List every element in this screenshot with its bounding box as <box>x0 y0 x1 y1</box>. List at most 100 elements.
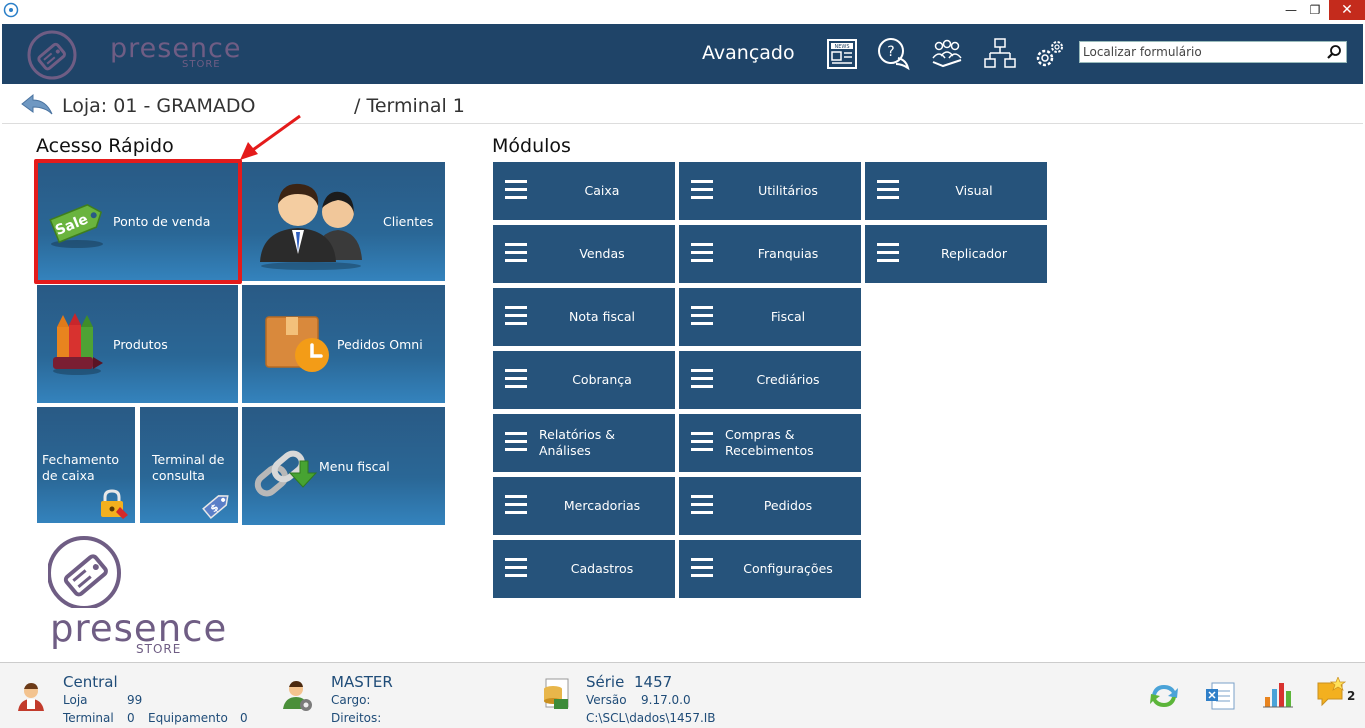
store-user-icon <box>18 683 44 711</box>
tile-fiscal-menu[interactable]: Menu fiscal <box>242 407 445 525</box>
user-settings-icon <box>283 681 312 711</box>
module-button[interactable]: Cobrança <box>493 351 675 409</box>
tile-omni-orders[interactable]: Pedidos Omni <box>242 285 445 403</box>
series-label: Série <box>586 673 625 691</box>
equipment-field-label: Equipamento <box>148 711 228 725</box>
svg-text:NEWS: NEWS <box>834 44 849 50</box>
settings-gear-icon[interactable] <box>1032 36 1068 72</box>
restore-button[interactable]: ❐ <box>1304 0 1326 20</box>
module-button[interactable]: Mercadorias <box>493 477 675 535</box>
hamburger-menu-icon <box>505 180 527 200</box>
module-label: Utilitários <box>758 183 818 198</box>
module-button[interactable]: Compras & Recebimentos <box>679 414 861 472</box>
back-arrow-icon[interactable] <box>20 92 54 118</box>
brand-subtitle-large: STORE <box>136 642 182 656</box>
module-label: Cadastros <box>570 561 634 576</box>
store-field-value: 99 <box>127 693 143 707</box>
rights-label: Direitos: <box>331 711 382 725</box>
search-icon[interactable] <box>1326 44 1342 60</box>
role-label: Cargo: <box>331 693 371 707</box>
bar-chart-icon[interactable] <box>1262 679 1294 709</box>
version-value: 9.17.0.0 <box>641 693 691 707</box>
hamburger-menu-icon <box>877 180 899 200</box>
package-clock-icon <box>265 316 329 372</box>
brand-logo-icon <box>27 30 77 80</box>
tile-products[interactable]: Produtos <box>37 285 238 403</box>
news-icon[interactable]: NEWS <box>824 36 860 72</box>
hamburger-menu-icon <box>505 243 527 263</box>
crayons-icon <box>53 313 103 375</box>
brand-subtitle: STORE <box>182 59 221 70</box>
module-label: Compras & Recebimentos <box>725 427 814 458</box>
hamburger-menu-icon <box>691 495 713 515</box>
brand-name: presence <box>110 33 242 64</box>
module-label: Mercadorias <box>563 498 641 513</box>
terminal-field-value: 0 <box>127 711 135 725</box>
module-button[interactable]: Configurações <box>679 540 861 598</box>
module-label: Vendas <box>579 246 625 261</box>
module-label: Fiscal <box>770 309 806 324</box>
quick-access-title: Acesso Rápido <box>36 135 174 157</box>
module-label: Pedidos <box>763 498 813 513</box>
lock-icon <box>101 489 128 519</box>
module-label: Caixa <box>584 183 620 198</box>
hamburger-menu-icon <box>505 369 527 389</box>
module-label: Visual <box>955 183 993 198</box>
module-label: Relatórios & Análises <box>539 427 615 458</box>
annotation-arrow-icon <box>240 114 301 160</box>
network-icon[interactable] <box>982 36 1018 72</box>
sync-icon[interactable] <box>1148 681 1180 711</box>
hamburger-menu-icon <box>877 243 899 263</box>
tile-cash-close[interactable]: Fechamento de caixa <box>37 407 135 523</box>
status-footer: Central Loja 99 Terminal 0 Equipamento 0… <box>0 662 1365 728</box>
tile-label: Terminal de consulta <box>152 452 225 483</box>
notification-count: 2 <box>1347 689 1356 703</box>
module-button[interactable]: Cadastros <box>493 540 675 598</box>
close-button[interactable]: ✕ <box>1329 0 1365 20</box>
module-button[interactable]: Fiscal <box>679 288 861 346</box>
clients-people-icon <box>260 183 362 270</box>
form-search-box <box>1079 41 1347 63</box>
notification-chat-icon[interactable] <box>1316 677 1346 709</box>
module-button[interactable]: Pedidos <box>679 477 861 535</box>
hamburger-menu-icon <box>691 180 713 200</box>
module-button[interactable]: Visual <box>865 162 1047 220</box>
tile-clients[interactable]: Clientes <box>242 162 445 281</box>
module-button[interactable]: Crediários <box>679 351 861 409</box>
module-button[interactable]: Vendas <box>493 225 675 283</box>
hamburger-menu-icon <box>505 432 527 452</box>
help-chat-icon[interactable]: ? <box>876 36 912 72</box>
central-label: Central <box>63 673 118 691</box>
hamburger-menu-icon <box>691 243 713 263</box>
database-path: C:\SCL\dados\1457.IB <box>586 711 716 725</box>
minimize-button[interactable]: — <box>1280 0 1302 20</box>
module-button[interactable]: Caixa <box>493 162 675 220</box>
user-name: MASTER <box>331 673 393 691</box>
app-header: presence STORE Avançado NEWS ? <box>2 24 1363 84</box>
terminal-field-label: Terminal <box>63 711 114 725</box>
module-button[interactable]: Utilitários <box>679 162 861 220</box>
hamburger-menu-icon <box>505 306 527 326</box>
report-icon[interactable] <box>1204 679 1236 711</box>
module-label: Nota fiscal <box>569 309 635 324</box>
modules-title: Módulos <box>492 135 571 157</box>
tile-consult-terminal[interactable]: Terminal de consulta $ <box>140 407 238 523</box>
module-label: Crediários <box>756 372 820 387</box>
tile-label: Pedidos Omni <box>337 337 423 352</box>
hamburger-menu-icon <box>505 558 527 578</box>
module-button[interactable]: Nota fiscal <box>493 288 675 346</box>
team-icon[interactable] <box>929 36 965 72</box>
module-label: Configurações <box>743 561 833 576</box>
form-search-input[interactable] <box>1080 42 1320 62</box>
store-field-label: Loja <box>63 693 88 707</box>
module-button[interactable]: Relatórios & Análises <box>493 414 675 472</box>
hamburger-menu-icon <box>505 495 527 515</box>
module-button[interactable]: Replicador <box>865 225 1047 283</box>
module-button[interactable]: Franquias <box>679 225 861 283</box>
database-icon <box>544 678 569 709</box>
hamburger-menu-icon <box>691 432 713 452</box>
advanced-link[interactable]: Avançado <box>702 42 795 64</box>
hamburger-menu-icon <box>691 369 713 389</box>
price-tag-icon: $ <box>202 495 229 520</box>
store-label: Loja: 01 - GRAMADO <box>62 95 256 117</box>
